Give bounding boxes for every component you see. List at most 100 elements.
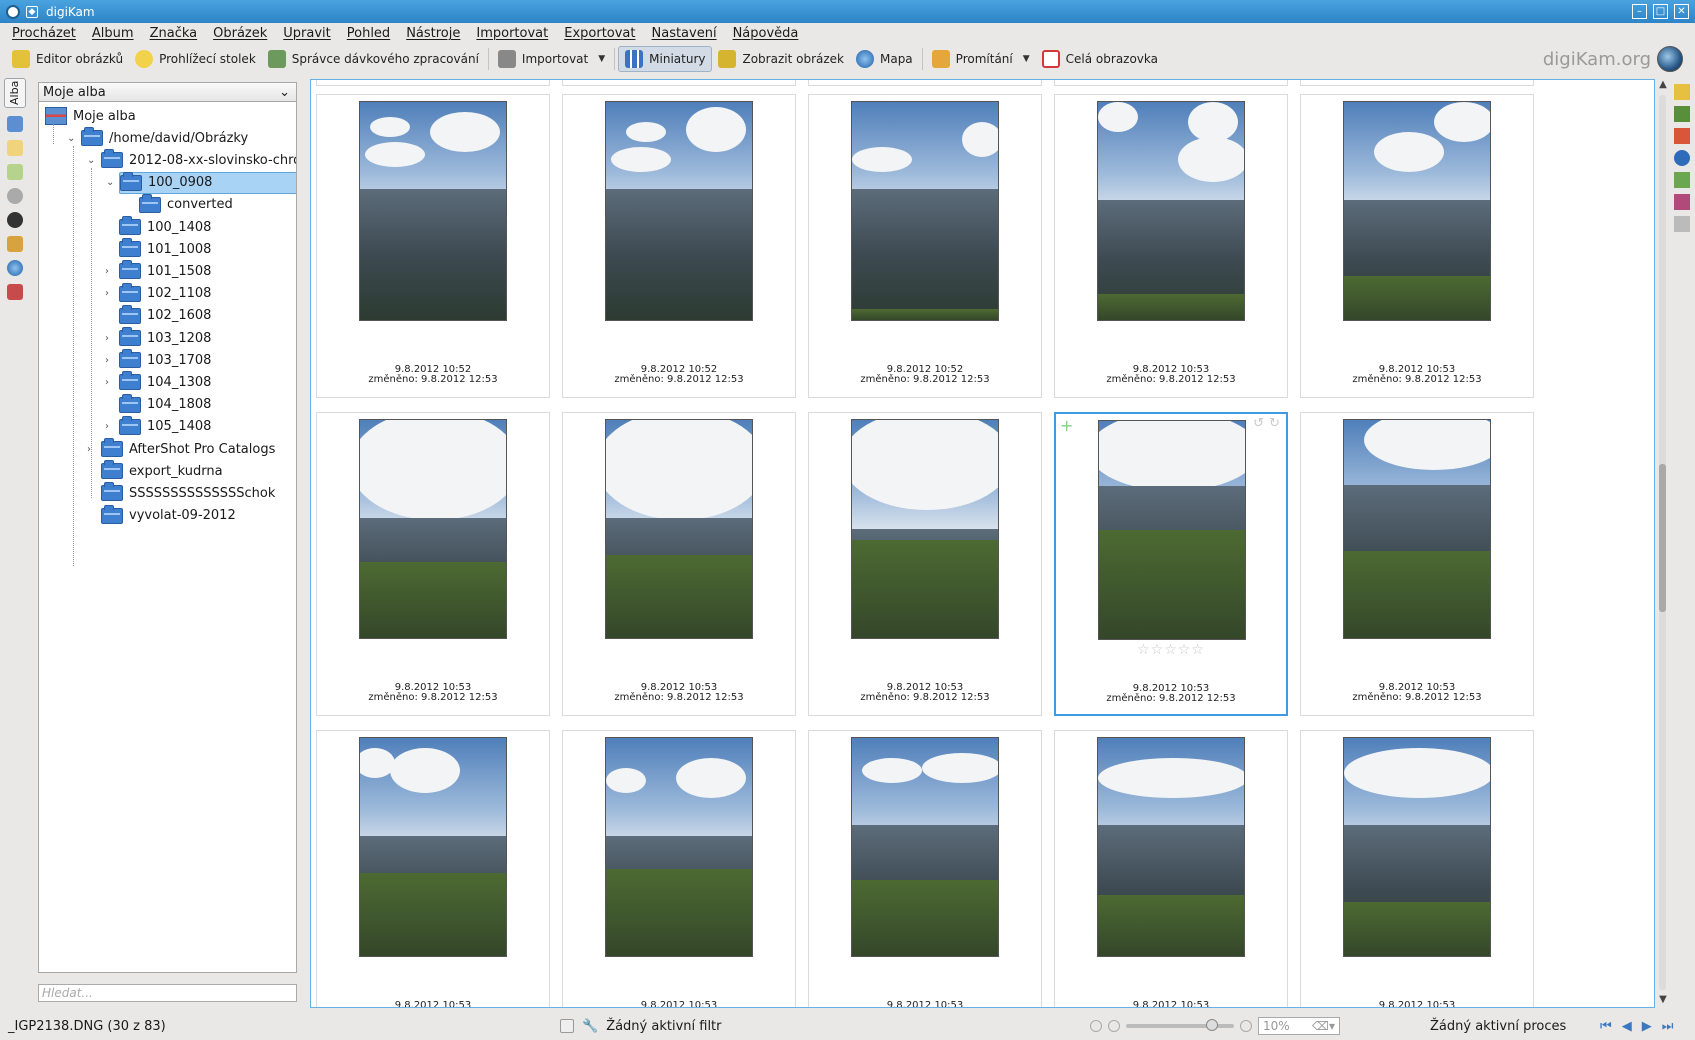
album-tree-item[interactable]: 104_1808 <box>119 393 211 416</box>
thumbnail-cell[interactable]: 9.8.2012 10:53 <box>808 730 1042 1007</box>
thumbnail-cell[interactable] <box>808 80 1042 86</box>
wrench-icon[interactable]: 🔧 <box>582 1019 598 1034</box>
album-tree-item[interactable]: 101_1008 <box>119 238 211 260</box>
menu-item-4[interactable]: Upravit <box>275 26 338 41</box>
thumbnail-cell[interactable]: 9.8.2012 10:53 změněno: 9.8.2012 12:53 <box>316 412 550 716</box>
album-tree-item[interactable]: 100_1408 <box>119 216 211 238</box>
photo-thumbnail[interactable] <box>605 737 753 957</box>
menu-item-3[interactable]: Obrázek <box>205 26 275 41</box>
captions-icon[interactable] <box>1674 172 1690 188</box>
album-tree-item[interactable]: vyvolat-09-2012 <box>101 504 236 527</box>
thumbnail-cell[interactable]: 9.8.2012 10:53 změněno: 9.8.2012 12:53 <box>1300 412 1534 716</box>
thumbnail-cell[interactable]: 9.8.2012 10:53 <box>1054 730 1288 1007</box>
metadata-icon[interactable] <box>1674 106 1690 122</box>
thumbnail-cell[interactable]: 9.8.2012 10:53 <box>1300 730 1534 1007</box>
image-editor-button[interactable]: Editor obrázků <box>6 46 129 72</box>
thumbnails-button[interactable]: Miniatury <box>618 46 713 72</box>
photo-thumbnail[interactable] <box>1343 419 1491 639</box>
thumbnail-cell[interactable]: 9.8.2012 10:52 změněno: 9.8.2012 12:53 <box>316 94 550 398</box>
scroll-thumb[interactable] <box>1659 464 1666 612</box>
zoom-slider-knob[interactable] <box>1206 1019 1218 1031</box>
album-tree-item[interactable]: converted <box>139 193 233 216</box>
expand-right-icon[interactable]: › <box>105 377 109 388</box>
import-button[interactable]: Importovat ▼ <box>492 46 611 72</box>
pin-icon[interactable]: ◆ <box>26 5 38 18</box>
photo-thumbnail[interactable] <box>605 101 753 321</box>
photo-thumbnail[interactable] <box>1343 737 1491 957</box>
globe-icon[interactable] <box>7 260 23 276</box>
photo-thumbnail[interactable] <box>851 419 999 639</box>
thumbnail-cell[interactable] <box>1300 80 1534 86</box>
expand-down-icon[interactable]: ⌄ <box>106 177 114 188</box>
photo-thumbnail[interactable] <box>359 737 507 957</box>
fuzzy-search-icon[interactable] <box>7 236 23 252</box>
expand-right-icon[interactable]: › <box>105 355 109 366</box>
menu-item-9[interactable]: Nastavení <box>644 26 725 41</box>
album-search-input[interactable]: Hledat... <box>38 984 297 1002</box>
menu-item-1[interactable]: Album <box>84 26 142 41</box>
expand-right-icon[interactable]: › <box>105 421 109 432</box>
minimize-button[interactable]: – <box>1632 4 1647 19</box>
thumbnail-cell[interactable]: 9.8.2012 10:52 změněno: 9.8.2012 12:53 <box>808 94 1042 398</box>
zoom-slider[interactable] <box>1126 1019 1234 1031</box>
thumbnail-cell[interactable]: 9.8.2012 10:53 změněno: 9.8.2012 12:53 <box>808 412 1042 716</box>
menu-item-10[interactable]: Nápověda <box>725 26 807 41</box>
colors-icon[interactable] <box>1674 128 1690 144</box>
album-tree-item[interactable]: ⌄ 2012-08-xx-slovinsko-chrov... <box>87 149 296 171</box>
album-tree-item[interactable]: ⌄ /home/david/Obrázky <box>67 127 248 149</box>
vertical-scrollbar[interactable]: ▲ ▼ <box>1655 79 1671 1008</box>
album-selector[interactable]: Moje alba ⌄ <box>38 82 297 102</box>
rotate-right-icon[interactable]: ↻ <box>1269 416 1280 431</box>
thumbnail-cell[interactable]: 9.8.2012 10:52 změněno: 9.8.2012 12:53 <box>562 94 796 398</box>
album-tree-item[interactable]: SSSSSSSSSSSSSSchok <box>101 482 275 504</box>
select-plus-icon[interactable]: + <box>1060 416 1073 435</box>
thumbnail-cell[interactable] <box>1054 80 1288 86</box>
properties-icon[interactable] <box>1674 84 1690 100</box>
menu-item-8[interactable]: Exportovat <box>556 26 643 41</box>
expand-down-icon[interactable]: ⌄ <box>87 155 95 166</box>
zoom-in-icon[interactable] <box>1240 1020 1252 1032</box>
album-tree-item[interactable]: › 103_1208 <box>105 327 211 349</box>
photo-thumbnail[interactable] <box>851 101 999 321</box>
search-icon[interactable] <box>7 212 23 228</box>
album-tree-item[interactable]: › 103_1708 <box>105 349 211 371</box>
people-icon[interactable] <box>7 284 23 300</box>
menu-item-2[interactable]: Značka <box>142 26 206 41</box>
filter-icon[interactable] <box>1674 216 1690 232</box>
expand-right-icon[interactable]: › <box>105 266 109 277</box>
album-tree-item[interactable]: Moje alba <box>45 105 136 127</box>
batch-queue-button[interactable]: Správce dávkového zpracování <box>262 46 485 72</box>
album-tree-item[interactable]: › AfterShot Pro Catalogs <box>87 438 275 460</box>
menu-item-5[interactable]: Pohled <box>339 26 398 41</box>
scroll-down-icon[interactable]: ▼ <box>1655 994 1671 1008</box>
expand-right-icon[interactable]: › <box>105 333 109 344</box>
first-icon[interactable]: ⏮ <box>1600 1019 1612 1034</box>
photo-thumbnail[interactable] <box>1098 420 1246 640</box>
photo-thumbnail[interactable] <box>605 419 753 639</box>
preview-button[interactable]: Zobrazit obrázek <box>712 46 850 72</box>
next-icon[interactable]: ▶ <box>1642 1019 1652 1034</box>
last-icon[interactable]: ⏭ <box>1662 1019 1674 1034</box>
album-tree-item[interactable]: export_kudrna <box>101 460 223 482</box>
photo-thumbnail[interactable] <box>1097 101 1245 321</box>
app-icon[interactable] <box>6 4 20 19</box>
chevron-down-icon[interactable]: ▼ <box>598 54 605 64</box>
tab-albums[interactable]: Alba <box>4 78 26 108</box>
thumbnail-cell[interactable]: ☆☆☆☆☆ + ↺ ↻ 9.8.2012 10:53 změněno: 9.8.2012 … <box>1054 412 1288 716</box>
menu-item-0[interactable]: Procházet <box>4 26 84 41</box>
slideshow-button[interactable]: Promítání ▼ <box>926 46 1036 72</box>
fullscreen-button[interactable]: Celá obrazovka <box>1036 46 1164 72</box>
clipboard-icon[interactable] <box>7 140 23 156</box>
rotate-left-icon[interactable]: ↺ <box>1253 416 1264 431</box>
album-tree-item[interactable]: › 101_1508 <box>105 260 211 282</box>
filter-icon[interactable] <box>560 1019 574 1033</box>
calendar-icon[interactable] <box>7 164 23 180</box>
menu-item-6[interactable]: Nástroje <box>398 26 468 41</box>
album-tree-item[interactable]: › 102_1108 <box>105 282 211 305</box>
thumbnail-cell[interactable]: 9.8.2012 10:53 změněno: 9.8.2012 12:53 <box>1054 94 1288 398</box>
photo-thumbnail[interactable] <box>1097 737 1245 957</box>
thumbnail-cell[interactable]: 9.8.2012 10:53 změněno: 9.8.2012 12:53 <box>1300 94 1534 398</box>
maximize-button[interactable]: □ <box>1653 4 1668 19</box>
thumbnail-cell[interactable]: 9.8.2012 10:53 změněno: 9.8.2012 12:53 <box>562 412 796 716</box>
photo-thumbnail[interactable] <box>1343 101 1491 321</box>
